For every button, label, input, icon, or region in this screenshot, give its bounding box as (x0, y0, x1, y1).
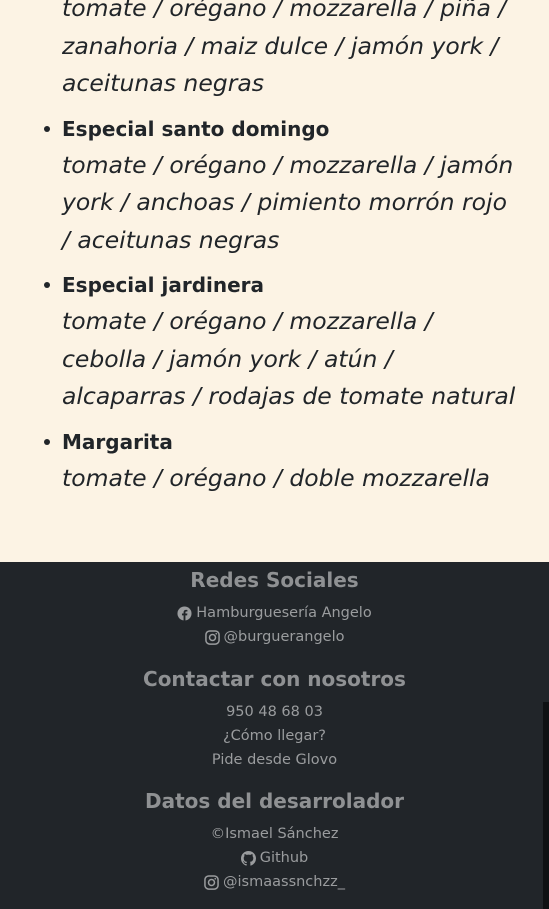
pizza-ingredients: tomate / orégano / mozzarella / cebolla … (62, 307, 516, 410)
pizza-item: Especial jardinera tomate / orégano / mo… (0, 265, 549, 416)
list-bullet (44, 282, 50, 288)
facebook-link[interactable]: Hamburguesería Angelo (0, 601, 549, 625)
instagram-icon (204, 874, 219, 890)
glovo-link[interactable]: Pide desde Glovo (0, 748, 549, 772)
social-title: Redes Sociales (190, 568, 359, 592)
developer-instagram-label: @ismaassnchzz_ (223, 874, 345, 890)
instagram-link[interactable]: @burguerangelo (0, 625, 549, 649)
list-bullet (44, 438, 50, 445)
pizza-ingredients: tomate / orégano / mozzarella / jamón yo… (62, 150, 514, 254)
developer-instagram-link[interactable]: @ismaassnchzz_ (0, 870, 549, 894)
facebook-link-label: Hamburguesería Angelo (196, 605, 372, 621)
facebook-icon (177, 605, 192, 621)
pizza-ingredients: tomate / orégano / mozzarella / piña / z… (62, 0, 507, 97)
instagram-icon (204, 629, 220, 645)
pizza-item: tomate / orégano / mozzarella / piña / z… (0, 0, 549, 103)
site-footer: Redes Sociales Hamburguesería Angelo @bu… (0, 562, 549, 909)
contact-section: Contactar con nosotros 950 48 68 03 ¿Cóm… (0, 666, 549, 772)
list-bullet (44, 125, 50, 132)
pizza-item: Especial santo domingo tomate / orégano … (0, 109, 549, 260)
contact-title: Contactar con nosotros (143, 667, 406, 691)
pizza-name: Margarita (62, 429, 173, 454)
developer-title: Datos del desarrolador (145, 789, 404, 813)
social-section: Redes Sociales Hamburguesería Angelo @bu… (0, 567, 549, 649)
pizza-menu-section: tomate / orégano / mozzarella / piña / z… (0, 0, 549, 562)
instagram-link-label: @burguerangelo (223, 629, 345, 645)
github-icon (240, 850, 256, 866)
github-link-label: Github (259, 850, 309, 866)
github-link[interactable]: Github (0, 846, 549, 870)
directions-link[interactable]: ¿Cómo llegar? (0, 724, 549, 748)
copyright-text: ©Ismael Sánchez (210, 826, 339, 842)
pizza-ingredients: tomate / orégano / doble mozzarella (62, 463, 490, 492)
phone-link[interactable]: 950 48 68 03 (0, 700, 549, 724)
pizza-name: Especial jardinera (62, 273, 265, 297)
pizza-list: tomate / orégano / mozzarella / piña / z… (0, 0, 549, 503)
pizza-name: Especial santo domingo (62, 116, 330, 141)
pizza-item: Margarita tomate / orégano / doble mozza… (0, 422, 549, 498)
developer-section: Datos del desarrolador ©Ismael Sánchez G… (0, 788, 549, 894)
